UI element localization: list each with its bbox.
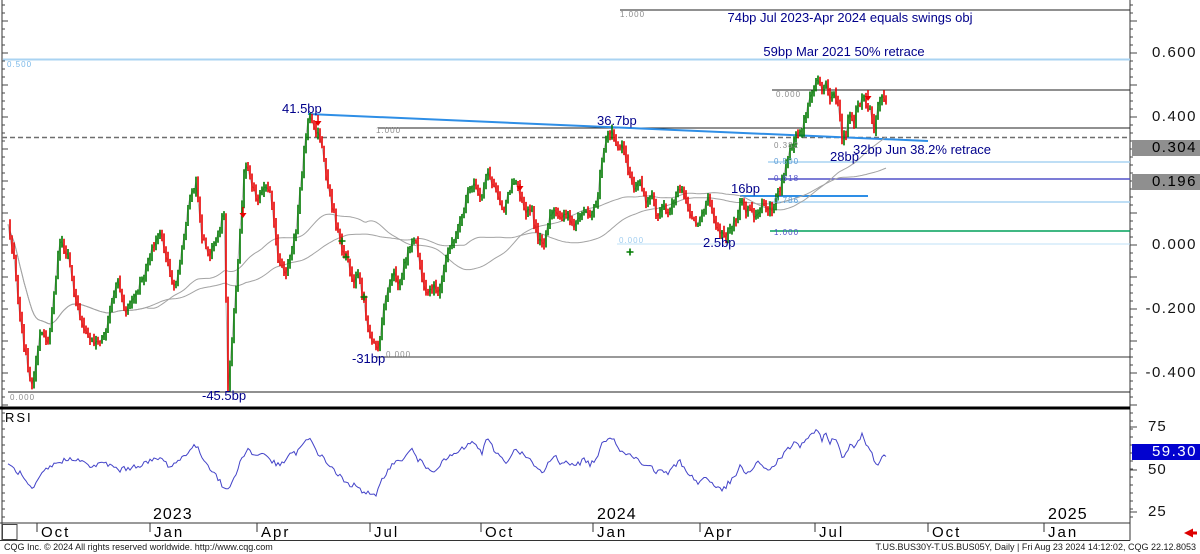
- rsi-line: [8, 430, 886, 496]
- chart-annotation: 28bp: [830, 150, 859, 163]
- month-label: Oct: [41, 525, 70, 540]
- axis-ticks: [2, 5, 1137, 517]
- fib-level-label: 0.618: [774, 175, 799, 183]
- price-axis-label: -0.400: [1127, 365, 1197, 380]
- fib-level-label: 0.786: [774, 197, 799, 205]
- chart-graphics[interactable]: [0, 0, 1200, 554]
- fib-level-label: 0.500: [774, 158, 799, 166]
- horizontal-lines: [2, 10, 1130, 392]
- month-label: Jan: [1048, 525, 1078, 540]
- chart-annotation: 74bp Jul 2023-Apr 2024 equals swings obj: [727, 11, 972, 24]
- close-line: [8, 80, 886, 389]
- symbol-status-text: T.US.BUS30Y-T.US.BUS05Y, Daily | Fri Aug…: [875, 543, 1196, 552]
- price-bars[interactable]: [10, 76, 886, 392]
- month-label: Jul: [819, 525, 844, 540]
- fib-level-label: 0.000: [10, 394, 35, 402]
- chart-annotation: -31bp: [352, 352, 385, 365]
- month-label: Jan: [597, 525, 627, 540]
- fib-level-label: 0.000: [386, 351, 411, 359]
- price-axis-label: 0.600: [1127, 45, 1197, 60]
- fib-level-label: 1.000: [620, 11, 645, 19]
- year-label: 2023: [153, 507, 193, 523]
- month-label: Apr: [704, 525, 733, 540]
- chart-annotation: 32bp Jun 38.2% retrace: [853, 143, 991, 156]
- chart-annotation: 59bp Mar 2021 50% retrace: [763, 45, 924, 58]
- year-label: 2024: [597, 507, 637, 523]
- fib-level-label: 0.382: [774, 142, 799, 150]
- fib-level-label: 0.000: [776, 91, 801, 99]
- chart-annotation: 16bp: [731, 182, 760, 195]
- month-label: Oct: [485, 525, 514, 540]
- ma-value-badge: 0.304: [1132, 140, 1200, 156]
- down-bars: [10, 77, 886, 392]
- ma-value-badge: 0.196: [1132, 174, 1200, 190]
- chart-annotation: 41.5bp: [282, 102, 322, 115]
- copyright-text: CQG Inc. © 2024 All rights reserved worl…: [4, 543, 273, 552]
- fib-level-label: 1.000: [376, 127, 401, 135]
- buy-plus-icon: [627, 249, 634, 256]
- scroll-left-arrow-icon: [1184, 529, 1197, 538]
- cqg-chart-window: 74bp Jul 2023-Apr 2024 equals swings obj…: [0, 0, 1200, 554]
- price-axis-label: -0.200: [1127, 301, 1197, 316]
- rsi-axis-label: 50: [1148, 462, 1167, 477]
- chart-annotation: 36.7bp: [597, 114, 637, 127]
- price-axis-label: 0.000: [1127, 237, 1197, 252]
- month-label: Jul: [374, 525, 399, 540]
- rsi-axis-label: 75: [1148, 419, 1167, 434]
- chart-annotation: 2.5bp: [703, 236, 736, 249]
- year-label: 2025: [1048, 507, 1088, 523]
- fib-level-label: 1.000: [774, 229, 799, 237]
- month-label: Jan: [154, 525, 184, 540]
- chart-annotation: -45.5bp: [202, 389, 246, 402]
- rsi-study-label: RSI: [5, 411, 33, 424]
- scroll-handle: [3, 525, 18, 540]
- fib-level-label: 0.000: [619, 237, 644, 245]
- month-label: Oct: [932, 525, 961, 540]
- moving-averages: [8, 137, 886, 324]
- fib-level-label: 0.500: [7, 61, 32, 69]
- rsi-value-badge: 59.30: [1132, 444, 1200, 460]
- price-axis-label: 0.400: [1127, 109, 1197, 124]
- rsi-axis-label: 25: [1148, 504, 1167, 519]
- month-label: Apr: [261, 525, 290, 540]
